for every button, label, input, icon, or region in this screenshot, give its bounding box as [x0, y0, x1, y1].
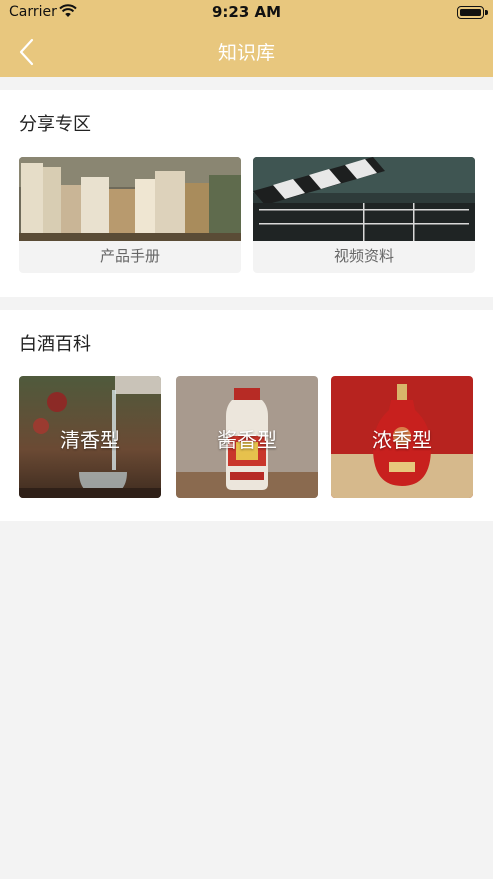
strong-aroma-tile[interactable]: 浓香型: [331, 376, 473, 498]
section-title-baijiu: 白酒百科: [19, 334, 91, 355]
sauce-aroma-label: 酱香型: [217, 428, 277, 452]
strong-aroma-label: 浓香型: [372, 428, 432, 452]
page-title: 知识库: [217, 42, 275, 64]
light-aroma-tile[interactable]: 清香型: [19, 376, 161, 498]
product-manual-tile[interactable]: 产品手册: [19, 157, 241, 273]
status-time: 9:23 AM: [211, 3, 282, 21]
status-bar: Carrier 9:23 AM: [0, 0, 493, 26]
battery-icon: [457, 6, 488, 19]
nav-bar: Carrier 9:23 AM 知识库: [0, 0, 493, 77]
video-materials-tile[interactable]: 视频资料: [253, 157, 475, 273]
clapperboard-image: [253, 157, 475, 241]
sauce-aroma-tile[interactable]: 酱香型: [176, 376, 318, 498]
light-aroma-label: 清香型: [60, 428, 120, 452]
section-title-share: 分享专区: [19, 114, 91, 135]
product-manual-label: 产品手册: [99, 247, 160, 265]
baijiu-section: 白酒百科 清香型 酱香型 浓香型: [0, 310, 493, 521]
books-image: [19, 157, 241, 241]
video-materials-label: 视频资料: [333, 247, 394, 265]
share-section: 分享专区 产品手册 视频资料: [0, 90, 493, 297]
